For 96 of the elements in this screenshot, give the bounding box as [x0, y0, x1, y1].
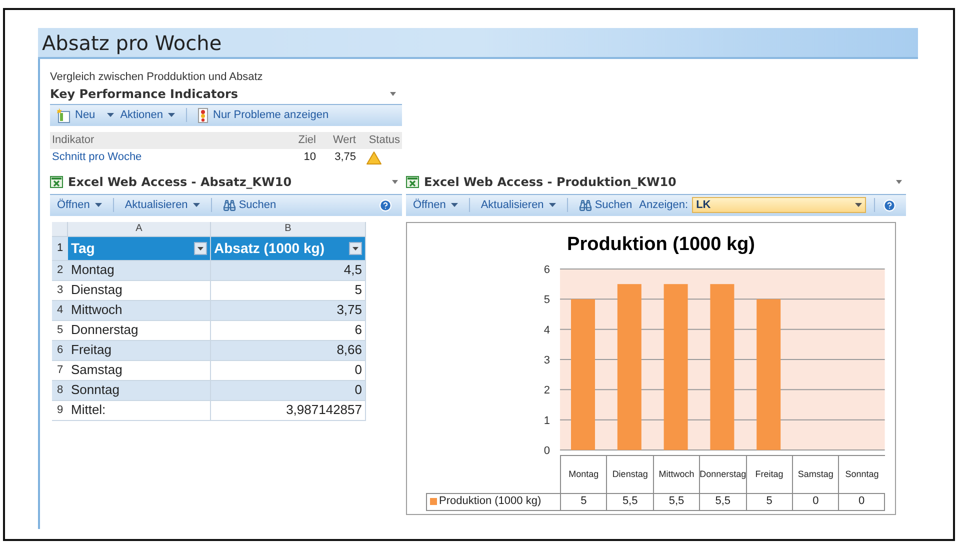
row-number: 6	[56, 342, 64, 358]
column-header: Ziel	[297, 132, 316, 148]
row-number: 1	[52, 236, 68, 260]
indicator-link[interactable]: Schnitt pro Woche	[52, 149, 286, 166]
new-menu-button[interactable]: Neu	[54, 106, 118, 124]
table-cell-text: 10	[302, 150, 316, 166]
kpi-title: Key Performance Indicators	[50, 86, 238, 102]
menu-button[interactable]: Aktualisieren	[122, 196, 203, 214]
row-number: 5	[56, 322, 64, 338]
caret-icon	[548, 203, 556, 207]
y-tick-label: 4	[544, 324, 550, 336]
binoculars-icon	[578, 198, 592, 212]
table-cell-text: 5,5	[622, 494, 638, 510]
category-label: Donnerstag	[700, 468, 746, 480]
page-title: Absatz pro Woche	[42, 30, 222, 56]
table-cell-text: 6	[354, 321, 362, 340]
menu-button[interactable]: Öffnen	[54, 196, 105, 214]
view-label: Anzeigen:	[639, 198, 688, 213]
row-number: 8	[56, 382, 64, 398]
table-cell-text: Donnerstag	[71, 321, 138, 340]
column-header[interactable]: B	[211, 222, 366, 236]
search-button[interactable]: Suchen	[220, 196, 280, 214]
table-cell-text: 0	[354, 381, 362, 400]
caret-icon	[450, 203, 458, 207]
web-part-title: Excel Web Access - Produktion_KW10	[424, 174, 676, 190]
menu-button[interactable]: Aktionen	[117, 106, 178, 124]
table-header-cell-text: Absatz (1000 kg)	[214, 238, 324, 258]
chart-title: Produktion (1000 kg)	[566, 232, 756, 256]
menu-caret-icon[interactable]	[390, 92, 396, 96]
warning-icon	[366, 150, 382, 164]
category-label: Sonntag	[845, 468, 879, 480]
table-cell-text: 5	[766, 494, 772, 510]
filter-dropdown-icon[interactable]	[349, 242, 362, 254]
category-label: Freitag	[755, 468, 784, 480]
category-label: Mittwoch	[658, 468, 694, 480]
filter-dropdown-icon[interactable]	[194, 242, 207, 254]
menu-button[interactable]: Öffnen	[410, 196, 461, 214]
table-cell-text: 5,5	[668, 494, 684, 510]
spreadsheet-icon	[406, 176, 419, 188]
table-cell-text: Freitag	[71, 341, 112, 360]
table-cell-text: 8,66	[336, 341, 362, 360]
caret-icon	[94, 203, 102, 207]
caret-icon	[855, 203, 862, 207]
column-header[interactable]: A	[68, 222, 211, 236]
table-cell-text: Dienstag	[71, 281, 122, 300]
caret-icon	[168, 113, 175, 117]
legend-label: Produktion (1000 kg)	[439, 494, 542, 510]
table-cell-text: 3,75	[334, 150, 356, 166]
y-tick-label: 3	[544, 354, 550, 366]
binoculars-icon	[222, 198, 236, 212]
menu-button[interactable]: Aktualisieren	[478, 196, 559, 214]
new-item-icon	[57, 108, 71, 122]
row-number: 7	[56, 362, 64, 378]
y-tick-label: 2	[544, 384, 550, 396]
y-tick-label: 5	[544, 294, 550, 306]
table-cell-text: 0	[812, 494, 819, 510]
category-label: Montag	[568, 468, 599, 480]
column-header: Status	[368, 132, 400, 148]
table-cell-text: 3,987142857	[286, 401, 362, 420]
category-label: Dienstag	[612, 468, 648, 480]
caret-icon	[192, 203, 200, 207]
table-cell-text: 0	[858, 494, 865, 510]
table-header-cell-text: Tag	[71, 238, 95, 258]
view-select-field[interactable]: LK	[692, 197, 866, 213]
table-cell-text: 5	[354, 281, 362, 300]
table-cell-text: 3,75	[336, 301, 362, 320]
help-icon[interactable]	[379, 198, 392, 212]
row-number: 4	[56, 302, 64, 318]
search-button[interactable]: Suchen	[576, 196, 636, 214]
table-cell-text: 5,5	[715, 494, 731, 510]
category-label: Samstag	[798, 468, 834, 480]
table-cell-text: 4,5	[344, 261, 362, 280]
column-header: Indikator	[52, 132, 96, 148]
traffic-light-icon	[198, 108, 208, 122]
table-cell-text: Mittwoch	[71, 301, 122, 320]
menu-caret-icon[interactable]	[896, 180, 902, 184]
table-cell-text: Mittel:	[71, 401, 106, 420]
help-icon[interactable]	[883, 198, 896, 212]
spreadsheet-icon	[50, 176, 63, 188]
filter-button[interactable]: Nur Probleme anzeigen	[195, 106, 332, 124]
menu-caret-icon[interactable]	[392, 180, 398, 184]
table-cell-text: 0	[354, 361, 362, 380]
row-number: 9	[56, 402, 64, 418]
table-cell-text: Montag	[71, 261, 114, 280]
table-cell-text: Sonntag	[71, 381, 120, 400]
row-number: 2	[56, 262, 64, 278]
table-cell-text: 5	[580, 494, 587, 510]
y-tick-label: 0	[544, 444, 550, 456]
caret-icon	[107, 113, 114, 117]
kpi-description: Vergleich zwischen Prodduktion und Absatz	[50, 70, 264, 85]
row-number: 3	[56, 282, 64, 298]
y-tick-label: 6	[544, 264, 550, 276]
table-cell-text: Samstag	[71, 361, 122, 380]
column-header: Wert	[332, 132, 356, 148]
web-part-title: Excel Web Access - Absatz_KW10	[68, 174, 292, 190]
y-tick-label: 1	[544, 414, 550, 426]
